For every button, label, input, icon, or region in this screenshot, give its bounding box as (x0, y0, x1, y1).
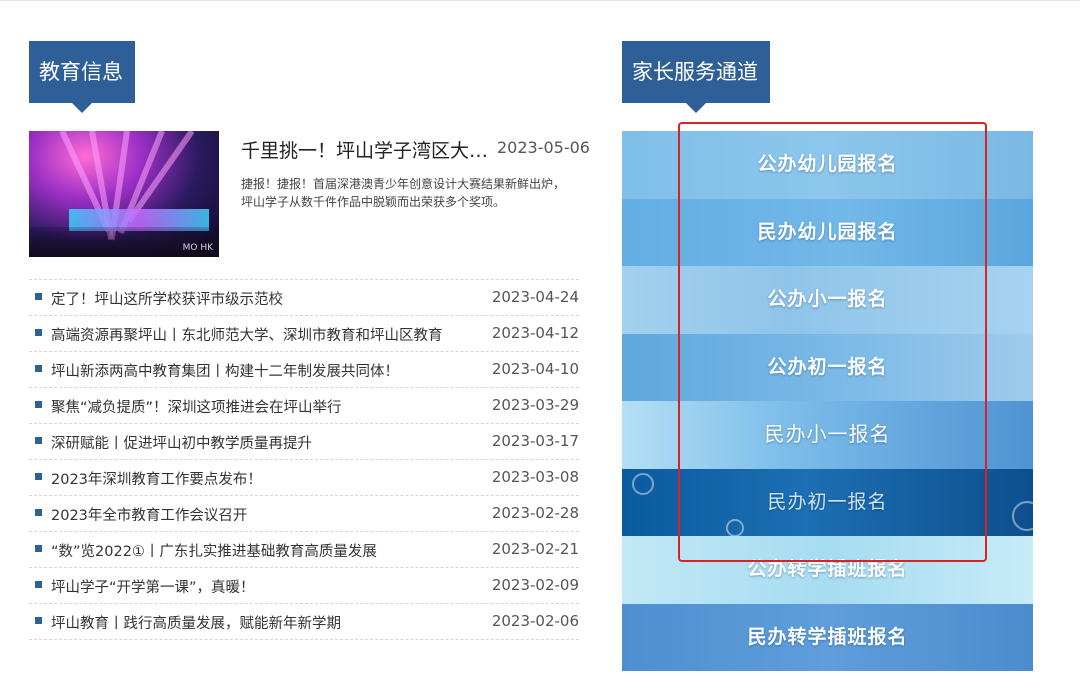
news-item[interactable]: 高端资源再聚坪山丨东北师范大学、深圳市教育和坪山区教育 2023-04-12 (29, 315, 579, 351)
button-label: 民办转学插班报名 (747, 625, 908, 648)
news-list: 定了！坪山这所学校获评市级示范校 2023-04-24 高端资源再聚坪山丨东北师… (29, 279, 579, 640)
news-date: 2023-02-09 (491, 576, 579, 594)
news-item[interactable]: 聚焦“减负提质”！深圳这项推进会在坪山举行 2023-03-29 (29, 387, 579, 423)
news-date: 2023-04-24 (491, 288, 579, 306)
private-junior-grade1-button[interactable]: 民办初一报名 (622, 468, 1033, 536)
button-label: 民办小一报名 (764, 422, 891, 446)
news-item[interactable]: 坪山学子“开学第一课”，真暖！ 2023-02-09 (29, 567, 579, 603)
button-label: 公办幼儿园报名 (757, 153, 898, 175)
featured-news-date: 2023-05-06 (497, 138, 590, 157)
service-channel-list: 公办幼儿园报名 民办幼儿园报名 公办小一报名 公办初一报名 民办小一报名 民办初… (622, 131, 1033, 671)
public-junior-grade1-button[interactable]: 公办初一报名 (622, 333, 1033, 401)
news-title[interactable]: “数”览2022①丨广东扎实推进基础教育高质量发展 (51, 540, 377, 561)
news-item[interactable]: 定了！坪山这所学校获评市级示范校 2023-04-24 (29, 279, 579, 315)
public-transfer-button[interactable]: 公办转学插班报名 (622, 536, 1033, 604)
public-primary-grade1-button[interactable]: 公办小一报名 (622, 266, 1033, 334)
private-primary-grade1-button[interactable]: 民办小一报名 (622, 401, 1033, 469)
news-date: 2023-03-17 (491, 432, 579, 450)
news-date: 2023-03-08 (491, 468, 579, 486)
private-transfer-button[interactable]: 民办转学插班报名 (622, 603, 1033, 671)
news-item[interactable]: 坪山新添两高中教育集团丨构建十二年制发展共同体！ 2023-04-10 (29, 351, 579, 387)
bullet-icon (35, 509, 42, 516)
news-title[interactable]: 高端资源再聚坪山丨东北师范大学、深圳市教育和坪山区教育 (51, 324, 443, 345)
news-title[interactable]: 坪山学子“开学第一课”，真暖！ (51, 576, 255, 597)
news-title[interactable]: 坪山教育丨践行高质量发展，赋能新年新学期 (51, 612, 341, 633)
featured-news-summary: 捷报！捷报！首届深港澳青少年创意设计大赛结果新鲜出炉，坪山学子从数千件作品中脱颖… (241, 177, 566, 209)
news-date: 2023-02-21 (491, 540, 579, 558)
news-date: 2023-04-12 (491, 324, 579, 342)
news-title[interactable]: 坪山新添两高中教育集团丨构建十二年制发展共同体！ (51, 360, 399, 381)
news-item[interactable]: 坪山教育丨践行高质量发展，赋能新年新学期 2023-02-06 (29, 603, 579, 640)
news-item[interactable]: 2023年全市教育工作会议召开 2023-02-28 (29, 495, 579, 531)
news-item[interactable]: 2023年深圳教育工作要点发布！ 2023-03-08 (29, 459, 579, 495)
news-item[interactable]: 深研赋能丨促进坪山初中教学质量再提升 2023-03-17 (29, 423, 579, 459)
bullet-icon (35, 401, 42, 408)
news-date: 2023-03-29 (491, 396, 579, 414)
news-item[interactable]: “数”览2022①丨广东扎实推进基础教育高质量发展 2023-02-21 (29, 531, 579, 567)
bullet-icon (35, 293, 42, 300)
news-title[interactable]: 深研赋能丨促进坪山初中教学质量再提升 (51, 432, 312, 453)
news-date: 2023-04-10 (491, 360, 579, 378)
bullet-icon (35, 581, 42, 588)
watermark: MO HK (182, 243, 213, 253)
bullet-icon (35, 545, 42, 552)
featured-news-image[interactable]: MO HK (29, 131, 219, 257)
button-label: 民办幼儿园报名 (757, 220, 898, 243)
button-label: 民办初一报名 (767, 490, 888, 513)
bullet-icon (35, 473, 42, 480)
news-title[interactable]: 定了！坪山这所学校获评市级示范校 (51, 288, 283, 309)
button-label: 公办初一报名 (767, 355, 888, 378)
public-kindergarten-button[interactable]: 公办幼儿园报名 (622, 131, 1033, 199)
button-label: 公办转学插班报名 (747, 558, 908, 580)
news-date: 2023-02-28 (491, 504, 579, 522)
top-divider (0, 0, 1080, 1)
parent-service-heading[interactable]: 家长服务通道 (622, 41, 770, 113)
bullet-icon (35, 437, 42, 444)
bullet-icon (35, 617, 42, 624)
bullet-icon (35, 365, 42, 372)
news-title[interactable]: 2023年深圳教育工作要点发布！ (51, 468, 262, 489)
news-title[interactable]: 2023年全市教育工作会议召开 (51, 504, 247, 525)
private-kindergarten-button[interactable]: 民办幼儿园报名 (622, 198, 1033, 266)
news-title[interactable]: 聚焦“减负提质”！深圳这项推进会在坪山举行 (51, 396, 342, 417)
news-date: 2023-02-06 (491, 612, 579, 630)
bullet-icon (35, 329, 42, 336)
button-label: 公办小一报名 (767, 288, 888, 310)
featured-news-title[interactable]: 千里挑一！坪山学子湾区大赛载誉归来 (241, 136, 489, 163)
education-info-heading[interactable]: 教育信息 (29, 41, 135, 113)
